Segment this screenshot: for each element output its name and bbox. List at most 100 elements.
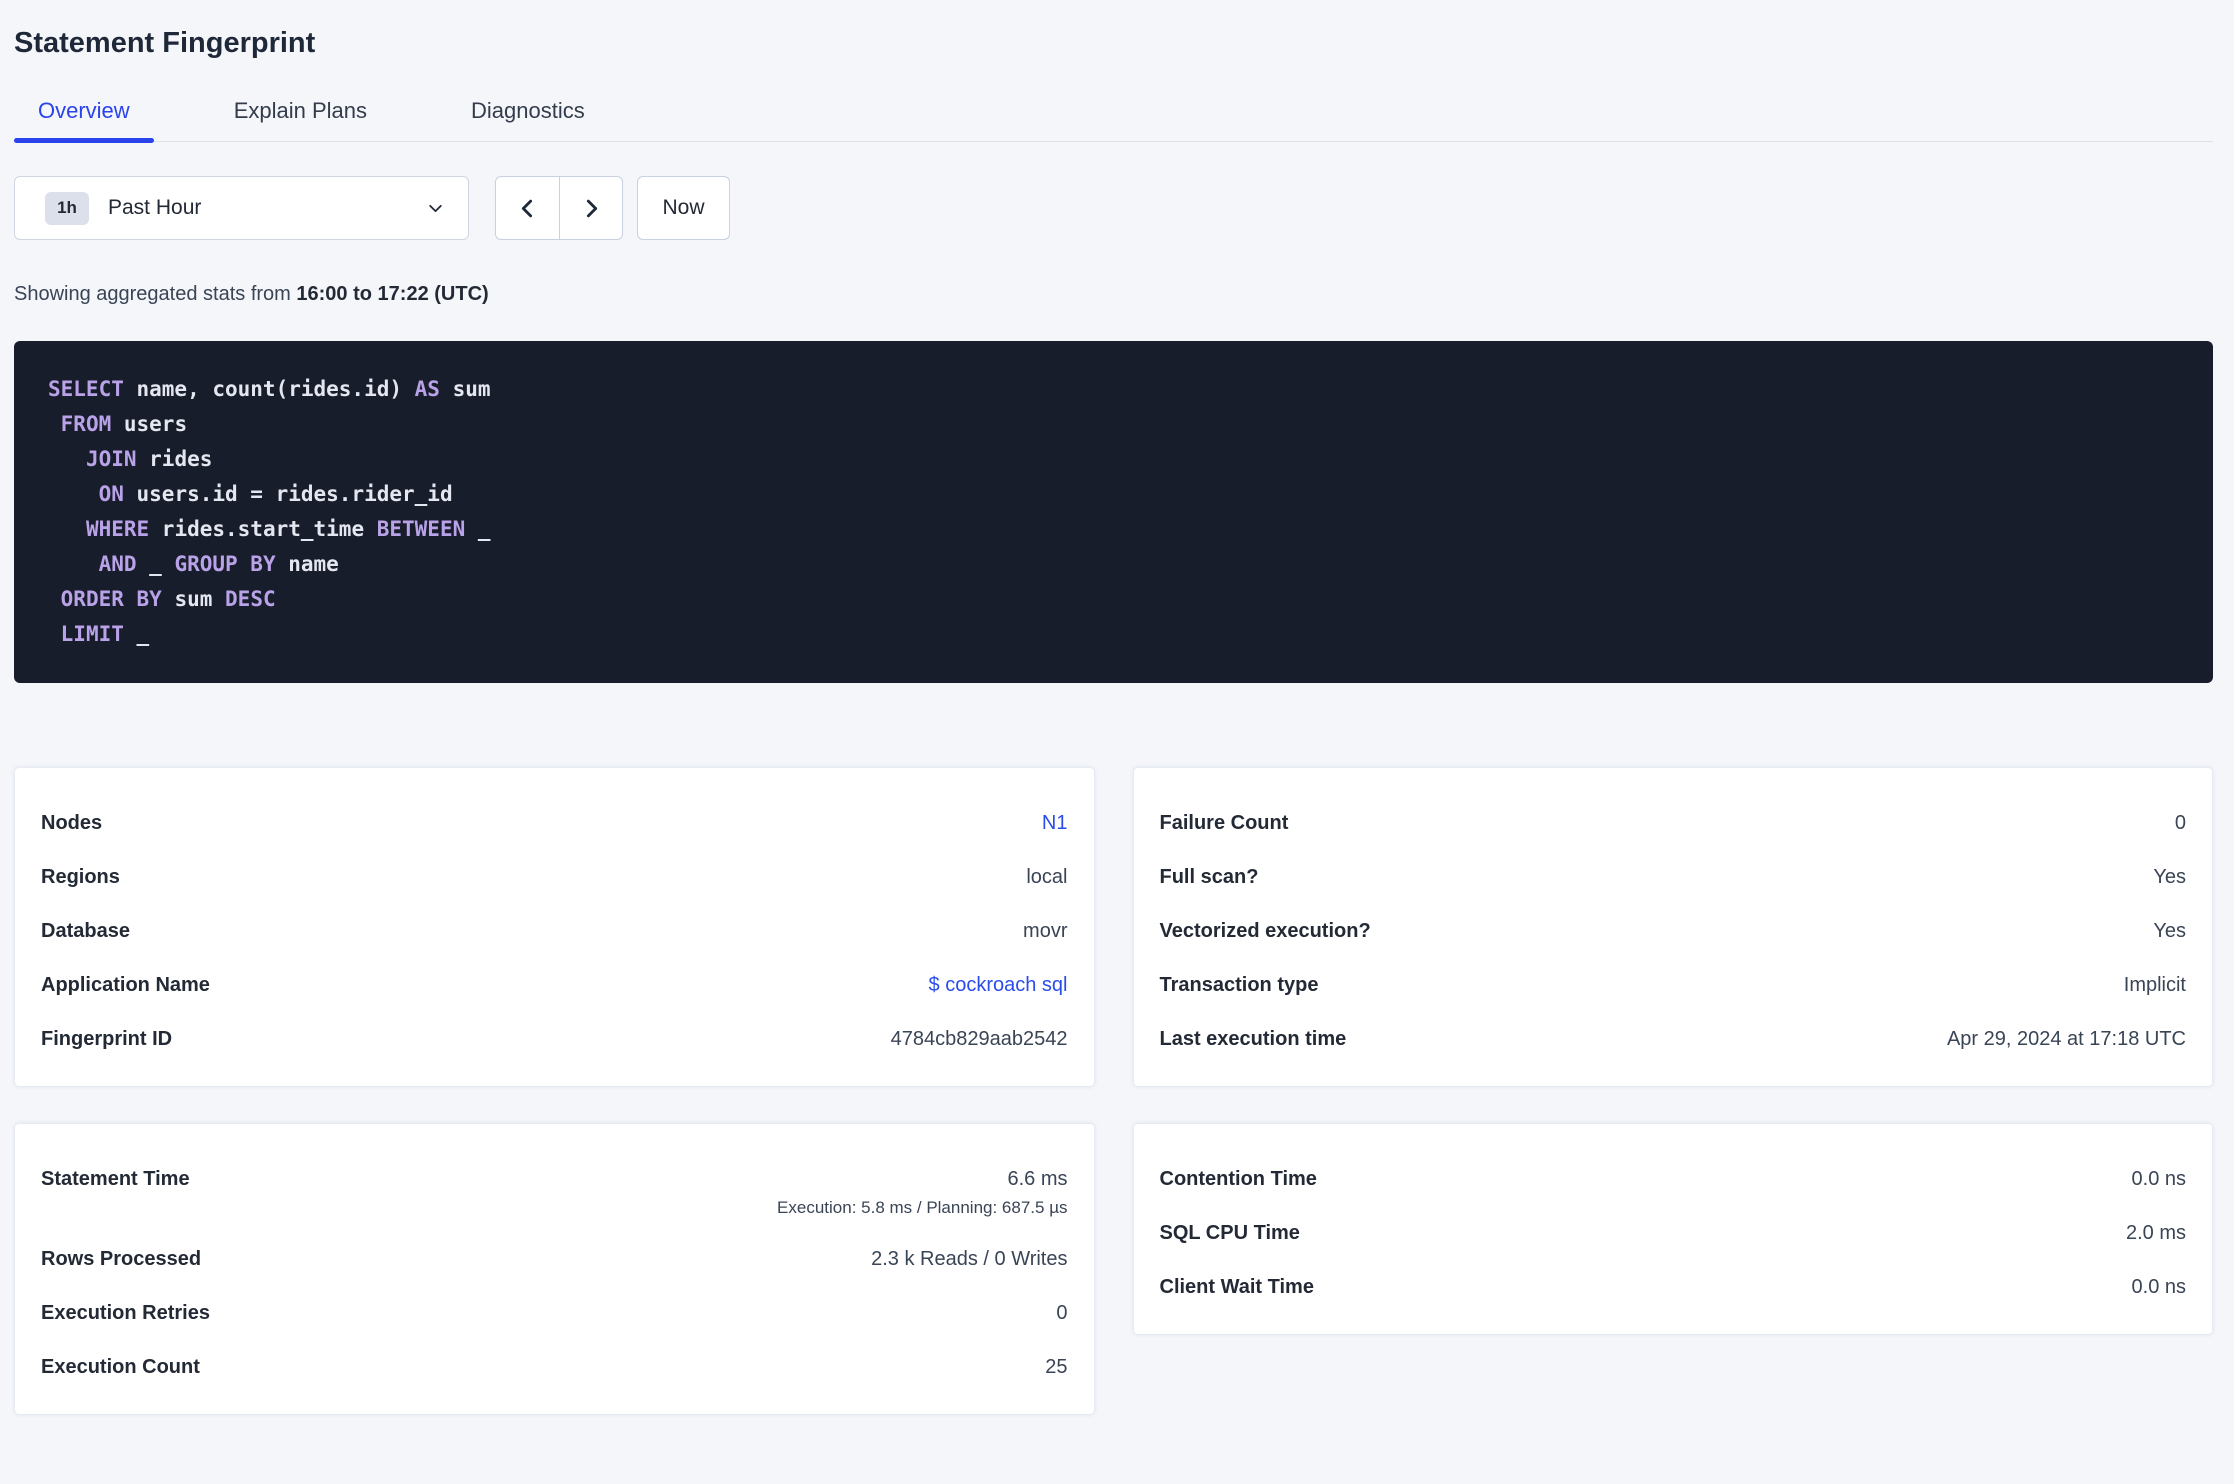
row-value: 6.6 ms bbox=[1007, 1168, 1068, 1190]
row-value-group: 6.6 ms Execution: 5.8 ms / Planning: 687.… bbox=[777, 1166, 1067, 1218]
tab-explain-plans-label: Explain Plans bbox=[233, 98, 367, 123]
time-range-label: Past Hour bbox=[108, 196, 202, 219]
statement-timing-card: Statement Time 6.6 ms Execution: 5.8 ms / … bbox=[14, 1123, 1095, 1415]
row-value-group: 4784cb829aab2542 bbox=[891, 1026, 1068, 1052]
row-value-group: local bbox=[1026, 864, 1067, 890]
sql-line: LIMIT _ bbox=[60, 622, 150, 646]
row-label: Fingerprint ID bbox=[41, 1028, 173, 1050]
chevron-left-icon bbox=[521, 199, 533, 217]
row-value: 2.0 ms bbox=[2125, 1222, 2186, 1244]
statement-details-card: Nodes N1 Regions local Database movr Applicati… bbox=[14, 767, 1095, 1087]
stats-line-prefix: Showing aggregated stats from bbox=[14, 283, 297, 305]
stat-row: Transaction type Implicit bbox=[1160, 972, 2187, 998]
row-value-group: 25 bbox=[1045, 1354, 1067, 1380]
row-label: Vectorized execution? bbox=[1159, 920, 1371, 942]
row-value: local bbox=[1026, 866, 1068, 888]
row-value: 4784cb829aab2542 bbox=[890, 1028, 1068, 1050]
sql-line: AND _ GROUP BY name bbox=[98, 552, 339, 576]
stat-row: Execution Count 25 bbox=[41, 1354, 1068, 1380]
row-value-group: $ cockroach sql bbox=[929, 972, 1068, 998]
tab-diagnostics[interactable]: Diagnostics bbox=[447, 96, 609, 141]
sql-line: JOIN rides bbox=[85, 447, 213, 471]
stat-row: Database movr bbox=[41, 918, 1068, 944]
row-label: Full scan? bbox=[1159, 866, 1259, 888]
stat-row: Execution Retries 0 bbox=[41, 1300, 1068, 1326]
row-label: Contention Time bbox=[1159, 1168, 1317, 1190]
row-value: Yes bbox=[2153, 920, 2186, 942]
row-value-group: 0 bbox=[1056, 1300, 1067, 1326]
execution-attributes-card: Failure Count 0 Full scan? Yes Vectorized ex… bbox=[1132, 767, 2213, 1087]
row-value-group: N1 bbox=[1042, 810, 1068, 836]
row-value-group: 0.0 ns bbox=[2132, 1274, 2186, 1300]
wait-time-card: Contention Time 0.0 ns SQL CPU Time 2.0 ms C… bbox=[1132, 1123, 2213, 1335]
sql-line: ON users.id = rides.rider_id bbox=[98, 482, 453, 506]
sql-line: SELECT name, count(rides.id) AS sum bbox=[48, 377, 491, 401]
row-value-group: movr bbox=[1023, 918, 1067, 944]
statement-fingerprint-page: Statement Fingerprint Overview Explain P… bbox=[0, 26, 2234, 1415]
row-label: Execution Count bbox=[41, 1356, 200, 1378]
tab-overview-label: Overview bbox=[38, 98, 130, 123]
sql-code: SELECT name, count(rides.id) AS sum FROM… bbox=[48, 372, 2179, 652]
row-value-group: Yes bbox=[2153, 918, 2186, 944]
row-label: Rows Processed bbox=[41, 1248, 202, 1270]
row-label: Last execution time bbox=[1159, 1028, 1347, 1050]
stat-row: Fingerprint ID 4784cb829aab2542 bbox=[41, 1026, 1068, 1052]
tab-bar: Overview Explain Plans Diagnostics bbox=[14, 96, 2213, 143]
stat-row: Application Name $ cockroach sql bbox=[41, 972, 1068, 998]
stats-cards-grid: Nodes N1 Regions local Database movr Applicati… bbox=[14, 767, 2213, 1415]
prev-range-button[interactable] bbox=[495, 176, 559, 240]
row-value: Yes bbox=[2153, 866, 2186, 888]
stat-row: Client Wait Time 0.0 ns bbox=[1160, 1274, 2187, 1300]
row-value: movr bbox=[1023, 920, 1068, 942]
row-value: Apr 29, 2024 at 17:18 UTC bbox=[1946, 1028, 2186, 1050]
time-range-select[interactable]: 1h Past Hour bbox=[14, 176, 469, 240]
chevron-down-icon bbox=[429, 204, 442, 212]
sql-line: ORDER BY sum DESC bbox=[60, 587, 276, 611]
time-range-badge: 1h bbox=[45, 191, 89, 225]
stat-row: SQL CPU Time 2.0 ms bbox=[1160, 1220, 2187, 1246]
stat-row: Statement Time 6.6 ms Execution: 5.8 ms / … bbox=[41, 1166, 1068, 1218]
stat-row: Last execution time Apr 29, 2024 at 17:18… bbox=[1160, 1026, 2187, 1052]
tab-overview[interactable]: Overview bbox=[14, 96, 154, 143]
row-label: Database bbox=[41, 920, 130, 942]
stat-row: Full scan? Yes bbox=[1160, 864, 2187, 890]
time-controls: 1h Past Hour Now bbox=[14, 176, 2213, 240]
row-label: Statement Time bbox=[41, 1168, 190, 1190]
stat-row: Regions local bbox=[41, 864, 1068, 890]
row-value: 0 bbox=[2174, 812, 2186, 834]
sql-statement-box: SELECT name, count(rides.id) AS sum FROM… bbox=[14, 341, 2213, 683]
row-value: 0 bbox=[1056, 1302, 1068, 1324]
tab-explain-plans[interactable]: Explain Plans bbox=[210, 96, 391, 141]
stat-row: Rows Processed 2.3 k Reads / 0 Writes bbox=[41, 1246, 1068, 1272]
sql-line: WHERE rides.start_time BETWEEN _ bbox=[85, 517, 491, 541]
row-label: Client Wait Time bbox=[1159, 1276, 1314, 1298]
row-value-link[interactable]: $ cockroach sql bbox=[929, 972, 1068, 998]
row-label: Execution Retries bbox=[41, 1302, 210, 1324]
row-value-group: 0 bbox=[2175, 810, 2186, 836]
row-value-group: Yes bbox=[2153, 864, 2186, 890]
tab-diagnostics-label: Diagnostics bbox=[471, 98, 585, 123]
chevron-right-icon bbox=[586, 199, 597, 217]
page-title: Statement Fingerprint bbox=[14, 27, 316, 59]
sql-line: FROM users bbox=[60, 412, 188, 436]
row-value: 25 bbox=[1045, 1356, 1068, 1378]
row-label: Nodes bbox=[41, 812, 103, 834]
row-value-group: 0.0 ns bbox=[2132, 1166, 2186, 1192]
stats-line-range: 16:00 to 17:22 (UTC) bbox=[296, 283, 489, 305]
row-label: Transaction type bbox=[1159, 974, 1319, 996]
row-value: 0.0 ns bbox=[2131, 1168, 2186, 1190]
stat-row: Vectorized execution? Yes bbox=[1160, 918, 2187, 944]
row-label: SQL CPU Time bbox=[1159, 1222, 1300, 1244]
aggregated-stats-line: Showing aggregated stats from 16:00 to 1… bbox=[14, 282, 2213, 306]
row-value-group: 2.0 ms bbox=[2126, 1220, 2186, 1246]
stat-row: Contention Time 0.0 ns bbox=[1160, 1166, 2187, 1192]
row-value-link[interactable]: N1 bbox=[1042, 810, 1068, 836]
stat-row: Nodes N1 bbox=[41, 810, 1068, 836]
time-range-pager bbox=[495, 176, 623, 240]
row-value: 0.0 ns bbox=[2131, 1276, 2186, 1298]
now-button[interactable]: Now bbox=[637, 176, 730, 240]
next-range-button[interactable] bbox=[559, 176, 623, 240]
row-subvalue: Execution: 5.8 ms / Planning: 687.5 µs bbox=[777, 1198, 1068, 1217]
row-value-group: Apr 29, 2024 at 17:18 UTC bbox=[1947, 1026, 2186, 1052]
row-label: Failure Count bbox=[1159, 812, 1289, 834]
